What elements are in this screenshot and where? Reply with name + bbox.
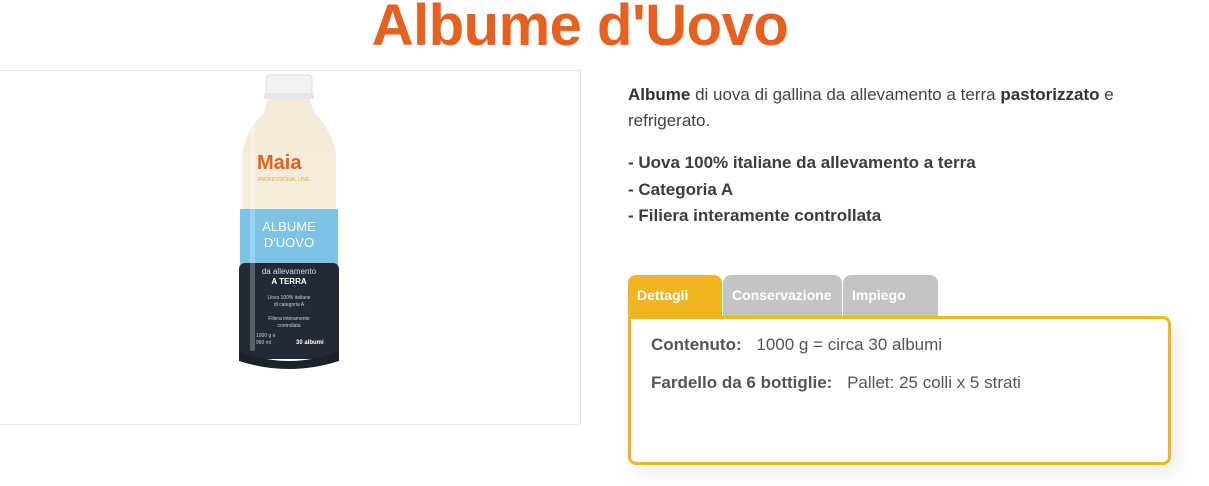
description-bold-albume: Albume: [628, 85, 691, 104]
product-description: Albume di uova di gallina da allevamento…: [628, 82, 1168, 134]
feature-item: - Filiera interamente controllata: [628, 206, 882, 225]
bottle-label-count: 30 albumi: [296, 340, 324, 346]
product-page: Albume d'Uovo Maia PROFESSIONAL LINE ALB…: [0, 0, 1209, 486]
detail-label: Fardello da 6 bottiglie:: [651, 373, 833, 392]
bottle-brand: Maia: [257, 152, 302, 174]
description-bold-pastorizzato: pastorizzato: [1000, 85, 1100, 104]
bottle-label-small1: Uova 100% italiane: [267, 295, 310, 301]
bottle-label-small3: Filiera interamente: [268, 316, 310, 322]
feature-item: - Uova 100% italiane da allevamento a te…: [628, 153, 976, 172]
page-title: Albume d'Uovo: [371, 0, 789, 58]
bottle-brand-sub: PROFESSIONAL LINE: [258, 177, 310, 183]
tab-dettagli[interactable]: Dettagli: [628, 275, 722, 317]
bottle-label-small2: di categoria A: [274, 302, 305, 308]
detail-row-fardello: Fardello da 6 bottiglie: Pallet: 25 coll…: [651, 371, 1168, 409]
feature-item: - Categoria A: [628, 179, 734, 199]
bottle-label-line4: A TERRA: [271, 277, 306, 286]
detail-label: Contenuto:: [651, 335, 742, 354]
product-features: - Uova 100% italiane da allevamento a te…: [628, 150, 1168, 230]
bottle-label-qty1: 1000 g e: [256, 333, 276, 339]
tab-conservazione[interactable]: Conservazione: [723, 275, 842, 317]
tab-panel-dettagli: Contenuto: 1000 g = circa 30 albumi Fard…: [628, 316, 1171, 465]
detail-row-contenuto: Contenuto: 1000 g = circa 30 albumi: [651, 333, 1168, 371]
bottle-label-line1: ALBUME: [262, 219, 316, 234]
bottle-label-line3: da allevamento: [262, 267, 317, 276]
bottle-label-qty2: 960 ml: [256, 340, 271, 346]
tab-impiego[interactable]: Impiego: [843, 275, 938, 317]
bottle-label-small4: controllata: [277, 323, 300, 329]
description-text-1: di uova di gallina da allevamento a terr…: [690, 85, 1001, 104]
bottle-label-line2: D'UOVO: [264, 235, 314, 250]
product-bottle-image: Maia PROFESSIONAL LINE ALBUME D'UOVO da …: [239, 74, 339, 369]
detail-value: Pallet: 25 colli x 5 strati: [847, 373, 1021, 392]
detail-value: 1000 g = circa 30 albumi: [756, 335, 943, 354]
product-image-frame: Maia PROFESSIONAL LINE ALBUME D'UOVO da …: [0, 70, 581, 425]
